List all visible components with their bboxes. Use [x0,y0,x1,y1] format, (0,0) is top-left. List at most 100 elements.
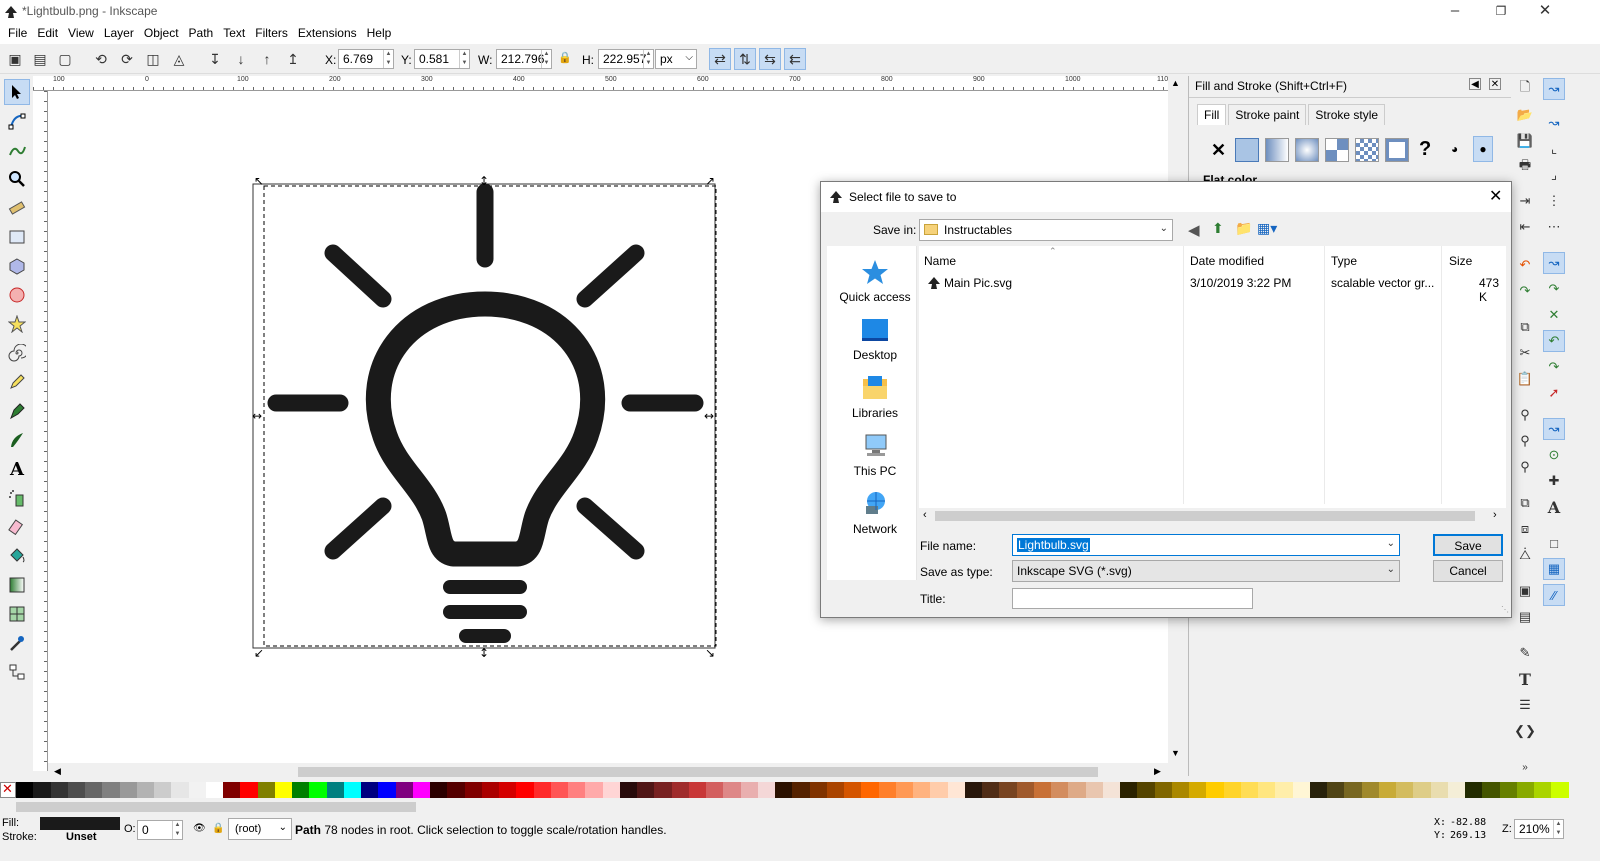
menu-extensions[interactable]: Extensions [294,24,361,42]
column-name[interactable]: Name [924,254,956,268]
rotate-cw-icon[interactable]: ⟳ [116,48,138,70]
raise-icon[interactable]: ↑ [256,48,278,70]
scale-corners-icon[interactable]: ⇅ [734,48,756,70]
palette-swatch[interactable] [757,782,775,798]
snap-toggle-icon[interactable]: ↝ [1543,78,1565,100]
palette-swatch[interactable] [947,782,965,798]
palette-swatch[interactable] [430,782,448,798]
palette-swatch[interactable] [1499,782,1517,798]
snap-smooth-nodes-icon[interactable]: ↷ [1543,356,1565,378]
clone-icon[interactable]: ⧈ [1514,518,1536,540]
palette-swatch[interactable] [1033,782,1051,798]
ungroup-icon[interactable]: ▤ [1514,606,1536,628]
palette-swatch[interactable] [1051,782,1069,798]
lock-icon[interactable]: 🔒 [558,51,572,64]
snap-cusp-nodes-icon[interactable]: ↶ [1543,330,1565,352]
cancel-button[interactable]: Cancel [1433,560,1503,582]
paint-bucket-tool-icon[interactable] [4,543,30,569]
zoom-selection-icon[interactable]: ⚲ [1514,404,1536,426]
palette-swatch[interactable] [930,782,948,798]
flip-vertical-icon[interactable]: ◬ [168,48,190,70]
palette-swatch[interactable] [895,782,913,798]
swatch-icon[interactable] [1385,138,1409,162]
select-all-icon[interactable]: ▣ [4,48,26,70]
place-quick-access[interactable]: Quick access [827,258,923,304]
palette-swatch[interactable] [775,782,793,798]
linear-gradient-icon[interactable] [1265,138,1289,162]
ellipse-tool-icon[interactable] [4,282,30,308]
snap-intersections-icon[interactable]: ✕ [1543,304,1565,326]
palette-swatch[interactable] [1396,782,1414,798]
palette-swatch[interactable] [1068,782,1086,798]
palette-swatch[interactable] [1344,782,1362,798]
scroll-right-icon[interactable]: › [1493,509,1497,521]
palette-swatch[interactable] [119,782,137,798]
fill-stroke-dialog-icon[interactable]: ✎ [1514,642,1536,664]
dropper-tool-icon[interactable] [4,630,30,656]
palette-swatch[interactable] [654,782,672,798]
menu-filters[interactable]: Filters [251,24,292,42]
export-icon[interactable]: ⇤ [1514,216,1536,238]
scroll-left-icon[interactable]: ‹ [923,509,927,521]
palette-swatch[interactable] [516,782,534,798]
view-menu-icon[interactable]: ▦▾ [1257,220,1277,237]
canvas-horizontal-scrollbar[interactable]: ◀ ▶ [48,764,1168,780]
place-network[interactable]: Network [827,490,923,536]
save-button[interactable]: Save [1433,534,1503,556]
unset-paint-icon[interactable]: ? [1419,138,1431,161]
palette-swatch[interactable] [1223,782,1241,798]
file-list-scroll-thumb[interactable] [935,511,1475,521]
palette-swatch[interactable] [326,782,344,798]
snap-line-midpoints-icon[interactable]: ➚ [1543,382,1565,404]
palette-swatch[interactable] [309,782,327,798]
palette-swatch[interactable] [982,782,1000,798]
selector-tool-icon[interactable] [4,79,30,105]
palette-swatch[interactable] [1551,782,1569,798]
flat-color-icon[interactable] [1235,138,1259,162]
star-tool-icon[interactable] [4,311,30,337]
duplicate-icon[interactable]: ⧉ [1514,492,1536,514]
palette-swatch[interactable] [33,782,51,798]
more-commands-icon[interactable]: » [1514,756,1536,778]
palette-swatch[interactable] [1534,782,1552,798]
measure-tool-icon[interactable] [4,195,30,221]
palette-swatch[interactable] [723,782,741,798]
palette-swatch[interactable] [1171,782,1189,798]
column-date-modified[interactable]: Date modified [1190,254,1264,268]
mesh-gradient-icon[interactable] [1325,138,1349,162]
snap-page-border-icon[interactable]: □ [1543,532,1565,554]
snap-bbox-midpoints-icon[interactable]: ⋮ [1543,190,1565,212]
pencil-tool-icon[interactable] [4,369,30,395]
menu-object[interactable]: Object [140,24,183,42]
palette-swatch[interactable] [878,782,896,798]
color-palette[interactable]: ✕ [0,781,1569,798]
close-panel-icon[interactable]: ✕ [1489,78,1501,90]
menu-view[interactable]: View [64,24,98,42]
scroll-up-icon[interactable]: ▲ [1171,78,1180,88]
title-input[interactable] [1012,588,1253,609]
snap-others-icon[interactable]: ↝ [1543,418,1565,440]
palette-swatch[interactable] [740,782,758,798]
place-desktop[interactable]: Desktop [827,316,923,362]
palette-swatch[interactable] [602,782,620,798]
opacity-field[interactable]: 0 ▲ ▼ [137,820,183,840]
palette-swatch[interactable] [412,782,430,798]
fill-indicator[interactable] [40,817,120,830]
palette-swatch[interactable] [792,782,810,798]
snap-object-centers-icon[interactable]: ⊙ [1543,444,1565,466]
snap-nodes-icon[interactable]: ↝ [1543,252,1565,274]
save-in-select[interactable]: Instructables ⌄ [919,219,1173,241]
palette-scrollbar[interactable] [16,799,1568,815]
spray-tool-icon[interactable] [4,485,30,511]
place-this-pc[interactable]: This PC [827,432,923,478]
pen-tool-icon[interactable] [4,398,30,424]
palette-swatch[interactable] [1154,782,1172,798]
palette-swatch[interactable] [1102,782,1120,798]
palette-swatch[interactable] [1465,782,1483,798]
text-font-dialog-icon[interactable]: T [1514,668,1536,690]
spiral-tool-icon[interactable] [4,340,30,366]
eraser-tool-icon[interactable] [4,514,30,540]
resize-grip-icon[interactable]: ⋱ [1501,605,1509,614]
group-icon[interactable]: ▣ [1514,580,1536,602]
palette-swatch[interactable] [1292,782,1310,798]
